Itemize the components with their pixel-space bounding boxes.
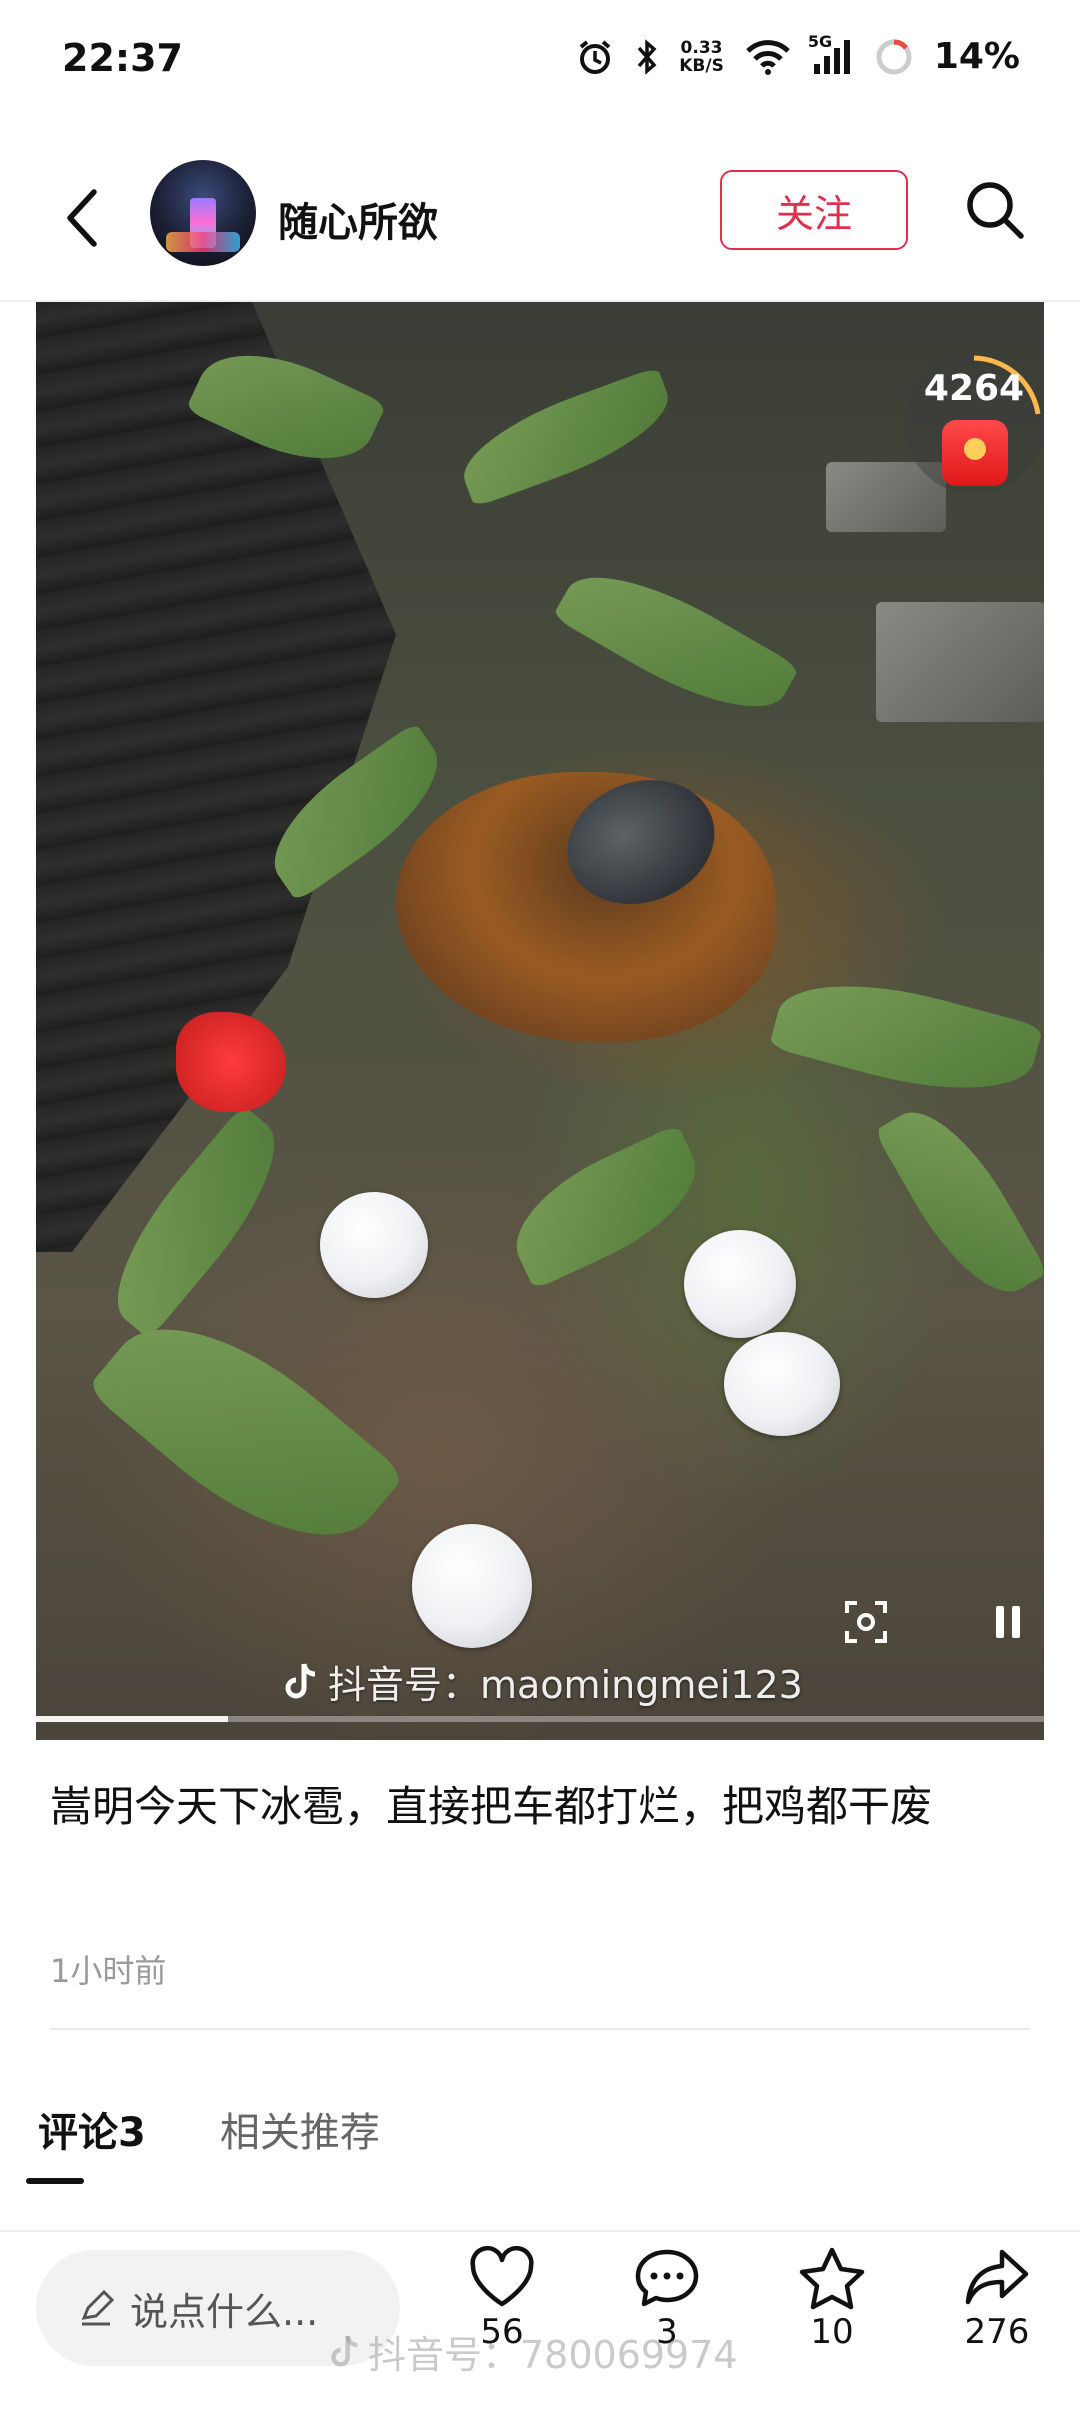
net-speed-unit: KB/S xyxy=(679,55,724,76)
video-scene-hailstone xyxy=(412,1524,532,1648)
back-icon xyxy=(67,189,97,247)
share-icon xyxy=(965,2249,1029,2305)
edit-icon xyxy=(81,2289,115,2326)
post-title: 嵩明今天下冰雹，直接把车都打烂，把鸡都干废 xyxy=(50,1782,933,1831)
username[interactable]: 随心所欲 xyxy=(278,190,438,248)
video-progress-fill xyxy=(36,1716,228,1722)
post-time: 1小时前 xyxy=(50,1952,167,1990)
follow-button[interactable]: 关注 xyxy=(720,170,908,250)
comment-icon xyxy=(635,2249,699,2307)
net-speed: 0.33 KB/S xyxy=(679,39,724,75)
heart-icon xyxy=(470,2246,534,2307)
video-scene-hailstone xyxy=(320,1192,428,1298)
red-packet-count: 4264 xyxy=(923,368,1025,409)
video-scene-chicken-comb xyxy=(176,1012,286,1112)
active-tab-indicator xyxy=(26,2178,84,2184)
status-bar: 22:37 0.33 KB/S 5G 14% xyxy=(0,0,1080,120)
tiktok-logo-icon xyxy=(285,1662,316,1698)
search-button[interactable] xyxy=(960,172,1030,248)
video-scene-leaf xyxy=(552,547,800,737)
comment-input[interactable]: 说点什么... xyxy=(36,2250,400,2366)
bottom-action-bar: 说点什么... 56 3 10 276 抖音号：780069974 xyxy=(0,2232,1080,2412)
video-scene-chicken xyxy=(356,752,776,1052)
share-count: 276 xyxy=(964,2312,1030,2352)
like-count: 56 xyxy=(480,2312,524,2352)
video-scene-leaf xyxy=(873,1091,1044,1313)
alarm-icon xyxy=(575,37,615,77)
favorite-count: 10 xyxy=(810,2312,854,2352)
bluetooth-icon xyxy=(635,37,659,77)
video-watermark: 抖音号：maomingmei123 xyxy=(284,1654,803,1709)
avatar[interactable] xyxy=(150,160,256,266)
video-scene-leaf xyxy=(496,1123,716,1291)
tab-comments[interactable]: 评论3 xyxy=(38,2100,146,2158)
comment-count: 3 xyxy=(656,2312,678,2352)
tab-related[interactable]: 相关推荐 xyxy=(220,2100,380,2158)
tab-bar: 评论3 相关推荐 xyxy=(38,2100,380,2158)
search-icon xyxy=(967,182,1024,239)
star-icon xyxy=(799,2247,865,2310)
video-scene-leaf xyxy=(450,366,682,508)
comment-input-placeholder: 说点什么... xyxy=(130,2289,319,2334)
avatar-image-glow xyxy=(166,232,240,252)
battery-percent: 14% xyxy=(933,36,1020,77)
screenshot-scan-icon xyxy=(845,1601,887,1643)
wifi-icon xyxy=(744,38,792,76)
like-button[interactable]: 56 xyxy=(442,2246,562,2352)
header: 随心所欲 关注 xyxy=(0,150,1080,300)
video-scene-hailstone xyxy=(684,1230,796,1338)
video-watermark-text: 抖音号：maomingmei123 xyxy=(328,1663,803,1707)
favorite-button[interactable]: 10 xyxy=(772,2246,892,2352)
status-time: 22:37 xyxy=(62,36,183,80)
content-divider xyxy=(50,2028,1030,2030)
red-packet-icon xyxy=(942,420,1008,486)
pause-icon xyxy=(996,1606,1020,1638)
network-type: 5G xyxy=(807,31,833,51)
net-speed-value: 0.33 xyxy=(680,37,723,58)
video-scene-leaf xyxy=(768,959,1044,1115)
red-packet-badge[interactable]: 4264 xyxy=(904,354,1044,494)
video-progress-bar[interactable] xyxy=(36,1716,1044,1722)
battery-ring-icon xyxy=(874,37,914,77)
back-button[interactable] xyxy=(52,178,112,258)
video-player[interactable]: 4264 抖音号：maomingmei123 xyxy=(36,302,1044,1740)
status-icons: 0.33 KB/S 5G 14% xyxy=(575,32,1020,77)
share-button[interactable]: 276 xyxy=(937,2246,1057,2352)
video-scene-hailstone xyxy=(724,1332,840,1436)
pause-button[interactable] xyxy=(980,1594,1036,1650)
comment-button[interactable]: 3 xyxy=(607,2246,727,2352)
signal-icon: 5G xyxy=(808,32,854,76)
video-scene-stone xyxy=(876,602,1044,722)
screenshot-scan-button[interactable] xyxy=(838,1594,894,1650)
